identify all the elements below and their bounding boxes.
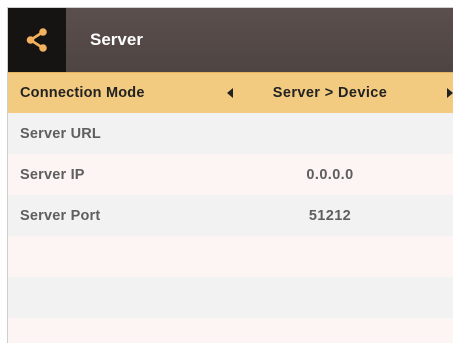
setting-label: Server Port (20, 207, 101, 224)
setting-value: 0.0.0.0 (306, 166, 354, 183)
arrow-left-icon[interactable] (227, 88, 233, 98)
setting-label: Server IP (20, 166, 85, 183)
setting-row-server-url[interactable]: Server URL (8, 113, 453, 154)
setting-row-empty (8, 318, 453, 343)
setting-value: Server > Device (272, 85, 388, 101)
arrow-right-icon[interactable] (447, 88, 453, 98)
header-bar: Server (8, 8, 453, 72)
server-settings-screen: Server Connection Mode Server > Device S… (7, 7, 453, 343)
setting-value: 51212 (308, 207, 352, 224)
share-icon (26, 28, 47, 52)
setting-row-empty (8, 236, 453, 277)
setting-label: Server URL (20, 125, 101, 142)
setting-row-empty (8, 277, 453, 318)
page-title: Server (90, 30, 143, 49)
setting-label: Connection Mode (20, 85, 145, 101)
setting-row-connection-mode[interactable]: Connection Mode Server > Device (8, 72, 453, 113)
setting-row-server-ip[interactable]: Server IP 0.0.0.0 (8, 154, 453, 195)
share-button[interactable] (8, 8, 66, 72)
setting-row-server-port[interactable]: Server Port 51212 (8, 195, 453, 236)
